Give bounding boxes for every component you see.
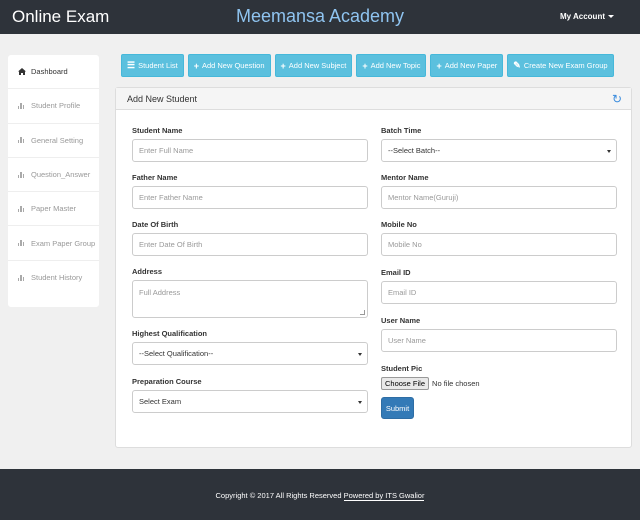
powered-by-link[interactable]: Powered by ITS Gwalior — [343, 491, 425, 501]
bar-chart-icon — [18, 137, 28, 144]
chevron-down-icon — [607, 150, 611, 153]
add-subject-label: Add New Subject — [288, 61, 347, 70]
home-icon — [18, 68, 28, 76]
file-status: No file chosen — [432, 379, 480, 388]
batch-time-label: Batch Time — [381, 126, 422, 135]
course-select[interactable]: Select Exam — [132, 390, 368, 413]
student-list-label: Student List — [138, 61, 178, 70]
sidebar-item-dashboard[interactable]: Dashboard — [8, 55, 99, 90]
address-textarea[interactable]: Full Address — [132, 280, 368, 318]
add-question-button[interactable]: + Add New Question — [187, 54, 271, 77]
add-subject-button[interactable]: + Add New Subject — [274, 54, 353, 77]
create-exam-group-label: Create New Exam Group — [523, 61, 608, 70]
footer-text: Copyright © 2017 All Rights Reserved Pow… — [0, 491, 640, 501]
batch-time-select[interactable]: --Select Batch-- — [381, 139, 617, 162]
dob-input[interactable]: Enter Date Of Birth — [132, 233, 368, 256]
bar-chart-icon — [18, 205, 28, 212]
my-account-dropdown[interactable]: My Account — [560, 12, 614, 21]
add-topic-label: Add New Topic — [370, 61, 421, 70]
mentor-name-label: Mentor Name — [381, 173, 429, 182]
bar-chart-icon — [18, 171, 28, 178]
dob-placeholder: Enter Date Of Birth — [139, 240, 203, 249]
email-placeholder: Email ID — [388, 288, 417, 297]
sidebar-item-question-answer[interactable]: Question_Answer — [8, 158, 99, 193]
sidebar: Dashboard Student Profile General Settin… — [8, 55, 99, 307]
father-name-label: Father Name — [132, 173, 178, 182]
email-input[interactable]: Email ID — [381, 281, 617, 304]
address-placeholder: Full Address — [139, 288, 181, 297]
pencil-icon: ✎ — [513, 60, 521, 70]
qualification-label: Highest Qualification — [132, 329, 208, 338]
course-value: Select Exam — [139, 397, 182, 406]
mobile-label: Mobile No — [381, 220, 417, 229]
bar-chart-icon — [18, 274, 28, 281]
bar-chart-icon — [18, 240, 28, 247]
student-list-button[interactable]: ☰ Student List — [121, 54, 184, 77]
list-icon: ☰ — [127, 60, 136, 70]
create-exam-group-button[interactable]: ✎ Create New Exam Group — [507, 54, 614, 77]
plus-icon: + — [280, 60, 286, 71]
student-name-placeholder: Enter Full Name — [139, 146, 194, 155]
choose-file-button[interactable]: Choose File — [381, 377, 430, 390]
email-label: Email ID — [381, 268, 411, 277]
sidebar-item-label: Dashboard — [31, 67, 68, 77]
student-pic-label: Student Pic — [381, 364, 423, 373]
chevron-down-icon — [608, 15, 614, 19]
chevron-down-icon — [358, 353, 362, 356]
chevron-down-icon — [358, 401, 362, 404]
add-paper-label: Add New Paper — [444, 61, 498, 70]
resize-handle-icon[interactable] — [360, 310, 365, 315]
sidebar-item-student-profile[interactable]: Student Profile — [8, 89, 99, 124]
top-navbar: Online Exam Meemansa Academy My Account — [0, 0, 640, 34]
panel-header: Add New Student ↻ — [116, 88, 631, 110]
panel-title: Add New Student — [127, 93, 198, 104]
father-name-input[interactable]: Enter Father Name — [132, 186, 368, 209]
my-account-label: My Account — [559, 12, 605, 21]
mobile-input[interactable]: Mobile No — [381, 233, 617, 256]
copyright-text: Copyright © 2017 All Rights Reserved — [215, 491, 344, 500]
student-name-label: Student Name — [132, 126, 183, 135]
username-input[interactable]: User Name — [381, 329, 617, 352]
plus-icon: + — [436, 60, 442, 71]
add-topic-button[interactable]: + Add New Topic — [356, 54, 427, 77]
form-left-column: Student Name Enter Full Name Father Name… — [132, 126, 368, 425]
refresh-icon[interactable]: ↻ — [612, 92, 622, 106]
add-student-panel: Add New Student ↻ Student Name Enter Ful… — [115, 87, 632, 448]
sidebar-item-label: Question_Answer — [31, 170, 91, 180]
add-paper-button[interactable]: + Add New Paper — [430, 54, 504, 77]
file-upload: Choose File No file chosen — [381, 377, 617, 390]
plus-icon: + — [362, 60, 368, 71]
mentor-name-input[interactable]: Mentor Name(Guruji) — [381, 186, 617, 209]
sidebar-item-label: General Setting — [31, 135, 84, 145]
sidebar-item-exam-paper-group[interactable]: Exam Paper Group — [8, 226, 99, 261]
username-placeholder: User Name — [388, 336, 426, 345]
plus-icon: + — [193, 60, 199, 71]
sidebar-item-label: Paper Master — [31, 204, 77, 214]
batch-time-value: --Select Batch-- — [388, 146, 441, 155]
bar-chart-icon — [18, 102, 28, 109]
sidebar-item-paper-master[interactable]: Paper Master — [8, 192, 99, 227]
sidebar-item-label: Exam Paper Group — [31, 238, 96, 248]
qualification-select[interactable]: --Select Qualification-- — [132, 342, 368, 365]
form-right-column: Batch Time --Select Batch-- Mentor Name … — [381, 126, 617, 419]
course-label: Preparation Course — [132, 377, 202, 386]
submit-button[interactable]: Submit — [381, 397, 414, 419]
address-label: Address — [132, 267, 163, 276]
father-name-placeholder: Enter Father Name — [139, 193, 203, 202]
mentor-name-placeholder: Mentor Name(Guruji) — [388, 193, 459, 202]
dob-label: Date Of Birth — [132, 220, 179, 229]
sidebar-item-general-setting[interactable]: General Setting — [8, 124, 99, 158]
qualification-value: --Select Qualification-- — [139, 349, 214, 358]
mobile-placeholder: Mobile No — [388, 240, 422, 249]
footer: Copyright © 2017 All Rights Reserved Pow… — [0, 469, 640, 520]
student-name-input[interactable]: Enter Full Name — [132, 139, 368, 162]
sidebar-item-label: Student History — [31, 273, 83, 283]
toolbar: ☰ Student List + Add New Question + Add … — [121, 54, 614, 77]
sidebar-item-label: Student Profile — [31, 101, 81, 111]
sidebar-item-student-history[interactable]: Student History — [8, 261, 99, 295]
username-label: User Name — [381, 316, 421, 325]
add-question-label: Add New Question — [201, 61, 265, 70]
academy-title: Meemansa Academy — [235, 6, 405, 26]
